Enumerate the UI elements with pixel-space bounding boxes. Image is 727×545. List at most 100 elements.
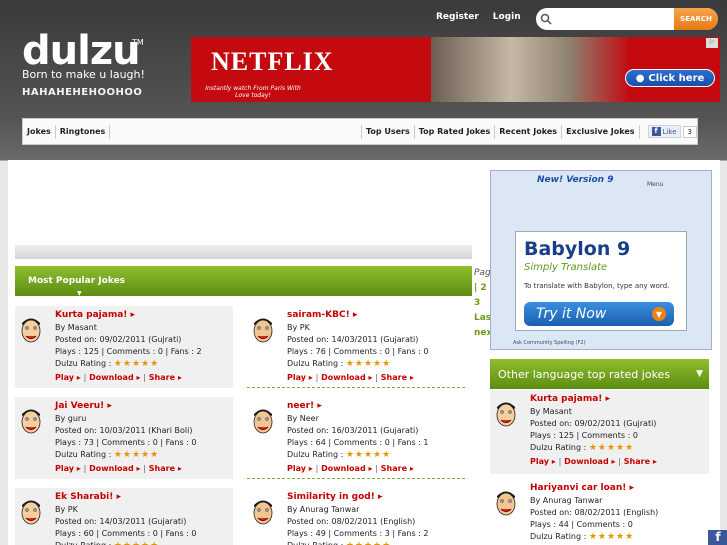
search-button[interactable]: SEARCH: [674, 8, 718, 30]
main-content: Most Popular Jokes ▼ Pag | 2 | 3 Last ne…: [8, 160, 720, 545]
joke-title[interactable]: sairam-KBC! ▸: [287, 310, 357, 320]
avatar-face-icon: [253, 500, 273, 525]
ad-click-button[interactable]: ● Click here: [625, 69, 715, 87]
joke-title[interactable]: Similarity in god! ▸: [287, 492, 382, 502]
rating-stars: ★★★★★: [113, 450, 160, 460]
arrow-right-icon: ▸: [605, 394, 611, 404]
arrow-right-icon: ▸: [368, 464, 373, 473]
joke-stats: Plays : 44 | Comments : 0: [530, 520, 633, 529]
avatar-face-icon: [253, 318, 273, 343]
joke-actions: Play ▸ | Download ▸ | Share ▸: [287, 464, 414, 473]
arrow-right-icon: ▸: [409, 464, 414, 473]
download-link[interactable]: Download: [89, 373, 134, 382]
joke-title[interactable]: neer! ▸: [287, 401, 322, 411]
joke-stats: Plays : 125 | Comments : 0: [530, 431, 638, 440]
babylon-subtitle: Simply Translate: [524, 262, 608, 273]
joke-actions: Play ▸ | Download ▸ | Share ▸: [55, 373, 182, 382]
joke-author: By PK: [55, 505, 78, 514]
joke-title[interactable]: Hariyanvi car loan! ▸: [530, 483, 634, 493]
rating-stars: ★★★★★: [113, 359, 160, 369]
arrow-right-icon: ▸: [368, 373, 373, 382]
joke-stats: Plays : 125 | Comments : 0 | Fans : 2: [55, 347, 202, 356]
share-link[interactable]: Share: [624, 457, 650, 466]
search-input[interactable]: [556, 8, 674, 30]
babylon-ad[interactable]: New! Version 9 Menu Babylon 9 Simply Tra…: [490, 170, 712, 350]
arrow-right-icon: ▸: [308, 373, 313, 382]
joke-author: By Anurag Tanwar: [287, 505, 360, 514]
facebook-corner-icon[interactable]: f: [708, 530, 727, 545]
joke-title[interactable]: Kurta pajama! ▸: [55, 310, 135, 320]
avatar-face-icon: [21, 318, 41, 343]
chevron-down-icon: ▼: [77, 290, 82, 297]
joke-rating: Dulzu Rating : ★★★★★: [55, 541, 159, 545]
facebook-like-button[interactable]: f Like: [647, 125, 681, 138]
joke-title[interactable]: Ek Sharabi! ▸: [55, 492, 121, 502]
share-link[interactable]: Share: [149, 373, 175, 382]
play-link[interactable]: Play: [287, 464, 306, 473]
arrow-right-icon: ▸: [308, 464, 313, 473]
like-count: 3: [682, 125, 697, 138]
joke-card: Kurta pajama! ▸ By Masant Posted on: 09/…: [15, 306, 233, 388]
joke-stats: Plays : 60 | Comments : 0 | Fans : 0: [55, 529, 197, 538]
facebook-icon: f: [651, 127, 661, 136]
arrow-right-icon: ▸: [177, 373, 182, 382]
play-link[interactable]: Play: [287, 373, 306, 382]
play-link[interactable]: Play: [55, 464, 74, 473]
other-language-header: Other language top rated jokes ▼: [490, 359, 709, 389]
nav-jokes[interactable]: Jokes: [23, 124, 56, 139]
joke-author: By Masant: [530, 407, 572, 416]
babylon-desc: To translate with Babylon, type any word…: [524, 282, 670, 290]
rating-stars: ★★★★★: [345, 359, 392, 369]
share-link[interactable]: Share: [149, 464, 175, 473]
nav-exclusive-jokes[interactable]: Exclusive Jokes: [562, 124, 640, 139]
joke-card: Ek Sharabi! ▸ By PK Posted on: 14/03/201…: [15, 488, 233, 545]
facebook-like-widget: f Like 3: [647, 125, 697, 138]
search-icon: [536, 8, 556, 30]
dropdown-arrow-icon[interactable]: ▼: [696, 369, 703, 379]
ad-subtext: Instantly watch From Paris With Love tod…: [205, 85, 301, 99]
play-link[interactable]: Play: [55, 373, 74, 382]
download-link[interactable]: Download: [321, 373, 366, 382]
avatar-face-icon: [21, 500, 41, 525]
download-link[interactable]: Download: [321, 464, 366, 473]
joke-posted: Posted on: 09/02/2011 (Gujrati): [55, 335, 182, 344]
most-popular-header: Most Popular Jokes ▼: [15, 266, 472, 297]
other-joke-card: Kurta pajama! ▸ By Masant Posted on: 09/…: [490, 390, 709, 474]
logo-tm: TM: [132, 38, 144, 47]
ad-brand: NETFLIX: [211, 47, 334, 76]
rating-stars: ★★★★★: [346, 541, 391, 545]
download-link[interactable]: Download: [564, 457, 609, 466]
nav-recent-jokes[interactable]: Recent Jokes: [495, 124, 563, 139]
babylon-panel: Babylon 9 Simply Translate To translate …: [515, 231, 687, 331]
joke-author: By PK: [287, 323, 310, 332]
joke-author: By Neer: [287, 414, 319, 423]
nav-ringtones[interactable]: Ringtones: [56, 124, 111, 139]
joke-title[interactable]: Jai Veeru! ▸: [55, 401, 112, 411]
top-links: Register Login: [436, 12, 521, 22]
joke-posted: Posted on: 10/03/2011 (Khari Boli): [55, 426, 193, 435]
share-link[interactable]: Share: [381, 464, 407, 473]
like-label: Like: [662, 127, 677, 136]
babylon-version: New! Version 9: [537, 175, 614, 185]
share-link[interactable]: Share: [381, 373, 407, 382]
avatar-face-icon: [21, 409, 41, 434]
joke-title[interactable]: Kurta pajama! ▸: [530, 394, 610, 404]
download-link[interactable]: Download: [89, 464, 134, 473]
try-it-now-button[interactable]: Try it Now ▼: [524, 302, 674, 326]
babylon-menu[interactable]: Menu: [647, 181, 663, 188]
login-link[interactable]: Login: [493, 12, 521, 22]
register-link[interactable]: Register: [436, 12, 479, 22]
joke-rating: Dulzu Rating : ★★★★★: [530, 443, 635, 453]
nav-top-rated-jokes[interactable]: Top Rated Jokes: [415, 124, 496, 139]
joke-card: Jai Veeru! ▸ By guru Posted on: 10/03/20…: [15, 397, 233, 479]
adchoices-icon[interactable]: ▷: [706, 38, 718, 48]
site-logo[interactable]: dulzu TM Born to make u laugh! HAHAHEHEH…: [22, 31, 145, 98]
joke-stats: Plays : 76 | Comments : 0 | Fans : 0: [287, 347, 429, 356]
arrow-right-icon: ▸: [611, 457, 616, 466]
netflix-ad-banner[interactable]: NETFLIX Instantly watch From Paris With …: [191, 37, 720, 102]
other-language-title: Other language top rated jokes: [498, 367, 671, 381]
play-link[interactable]: Play: [530, 457, 549, 466]
arrow-right-icon: ▸: [130, 310, 136, 320]
nav-bar: Jokes Ringtones Top Users Top Rated Joke…: [22, 118, 698, 145]
nav-top-users[interactable]: Top Users: [360, 124, 415, 139]
